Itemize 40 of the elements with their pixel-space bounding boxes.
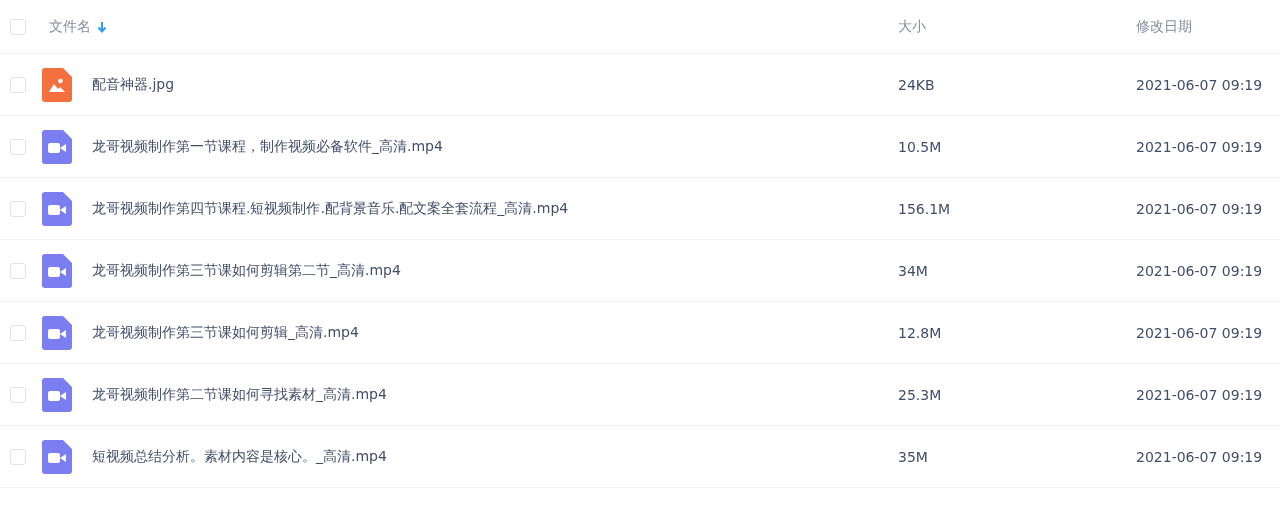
- modified-date: 2021-06-07 09:19: [1136, 200, 1263, 217]
- modified-date: 2021-06-07 09:19: [1136, 262, 1263, 279]
- video-file-icon: [42, 439, 72, 474]
- video-file-icon: [42, 253, 72, 288]
- file-size: 25.3M: [898, 386, 943, 403]
- image-file-icon: [42, 67, 72, 102]
- file-size: 35M: [898, 448, 929, 465]
- file-name[interactable]: 配音神器.jpg: [92, 75, 175, 94]
- modified-date: 2021-06-07 09:19: [1136, 386, 1263, 403]
- file-size: 24KB: [898, 76, 936, 93]
- column-header[interactable]: 大小: [898, 17, 1136, 36]
- select-all-checkbox[interactable]: [10, 18, 26, 35]
- row-checkbox[interactable]: [10, 386, 26, 403]
- file-name[interactable]: 龙哥视频制作第四节课程.短视频制作.配背景音乐.配文案全套流程_高清.mp4: [92, 199, 569, 218]
- file-name[interactable]: 龙哥视频制作第三节课如何剪辑_高清.mp4: [92, 323, 359, 342]
- video-file-icon: [42, 129, 72, 164]
- file-size: 34M: [898, 262, 929, 279]
- row-checkbox[interactable]: [10, 324, 26, 341]
- row-checkbox[interactable]: [10, 448, 26, 465]
- file-size: 10.5M: [898, 138, 943, 155]
- modified-date: 2021-06-07 09:19: [1136, 138, 1263, 155]
- column-header[interactable]: 文件名: [49, 17, 91, 36]
- video-file-icon: [42, 191, 72, 226]
- file-name[interactable]: 龙哥视频制作第一节课程，制作视频必备软件_高清.mp4: [92, 137, 443, 156]
- file-name[interactable]: 短视频总结分析。素材内容是核心。_高清.mp4: [92, 447, 387, 466]
- file-name[interactable]: 龙哥视频制作第二节课如何寻找素材_高清.mp4: [92, 385, 387, 404]
- row-checkbox[interactable]: [10, 200, 26, 217]
- file-size: 12.8M: [898, 324, 943, 341]
- modified-date: 2021-06-07 09:19: [1136, 448, 1263, 465]
- video-file-icon: [42, 377, 72, 412]
- column-header[interactable]: 修改日期: [1136, 17, 1192, 36]
- file-size: 156.1M: [898, 200, 952, 217]
- sort-down-icon[interactable]: [97, 20, 107, 33]
- video-file-icon: [42, 315, 72, 350]
- modified-date: 2021-06-07 09:19: [1136, 324, 1263, 341]
- file-name[interactable]: 龙哥视频制作第三节课如何剪辑第二节_高清.mp4: [92, 261, 401, 280]
- modified-date: 2021-06-07 09:19: [1136, 76, 1263, 93]
- row-checkbox[interactable]: [10, 76, 26, 93]
- row-checkbox[interactable]: [10, 138, 26, 155]
- row-checkbox[interactable]: [10, 262, 26, 279]
